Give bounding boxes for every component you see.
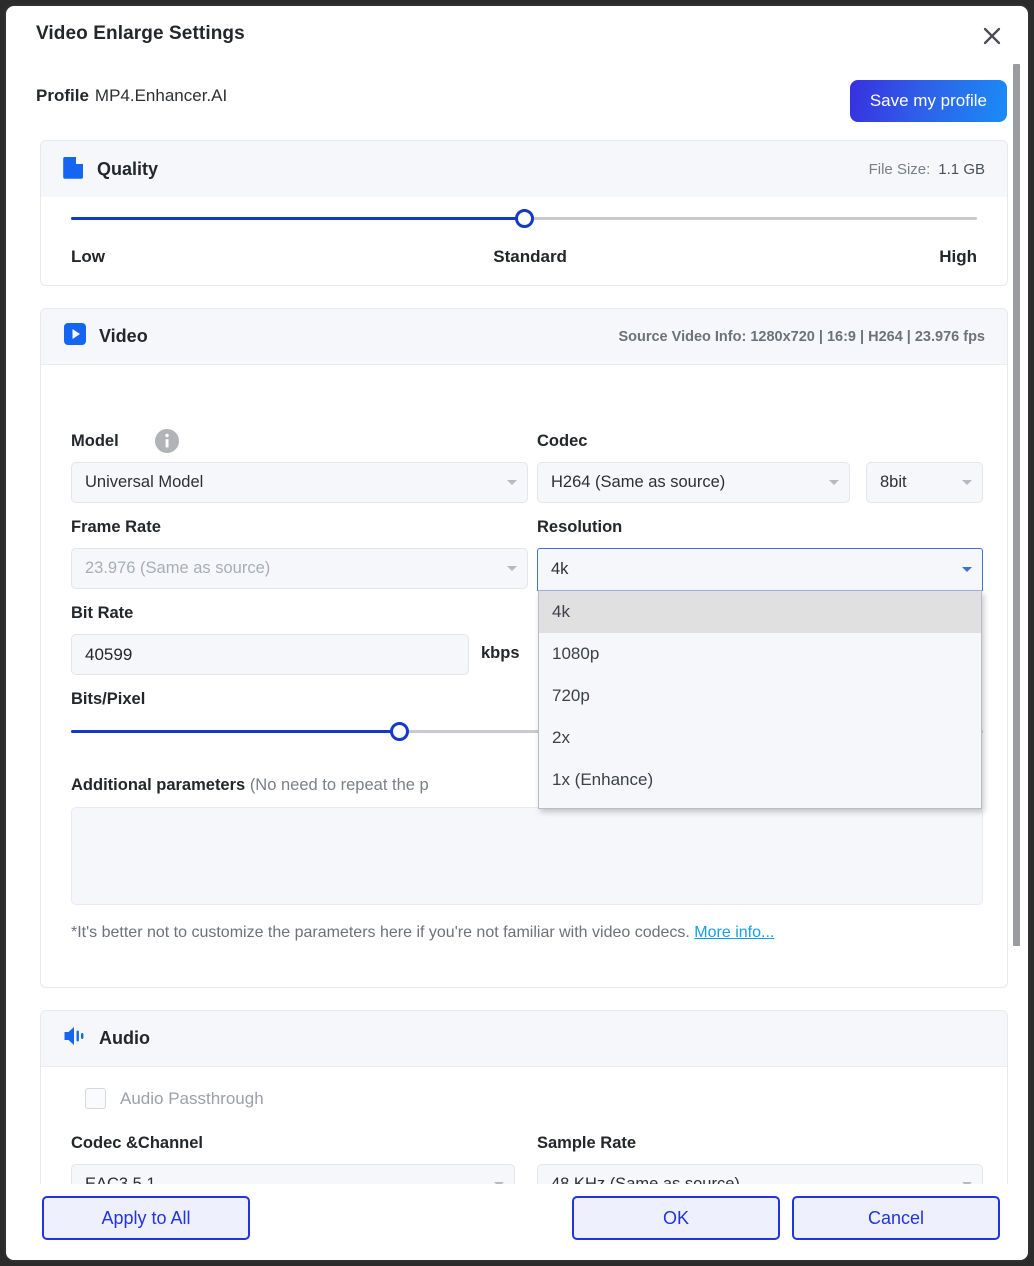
additional-parameters-label: Additional parameters (No need to repeat…: [71, 776, 429, 795]
bit-rate-label: Bit Rate: [71, 604, 133, 623]
bit-rate-value: 40599: [85, 645, 132, 665]
codec-label: Codec: [537, 432, 587, 451]
codec-warning-note: *It's better not to customize the parame…: [71, 920, 991, 946]
file-size-label: File Size:: [869, 161, 931, 178]
quality-card-header: Quality File Size: 1.1 GB: [41, 141, 1007, 197]
sample-rate-label: Sample Rate: [537, 1134, 636, 1153]
audio-passthrough-row[interactable]: Audio Passthrough: [71, 1088, 264, 1109]
resolution-option[interactable]: 4k: [539, 591, 981, 633]
chevron-down-icon: [507, 480, 517, 485]
dialog-scrollbar-thumb[interactable]: [1013, 64, 1020, 946]
quality-slider-track[interactable]: [71, 217, 977, 220]
additional-parameters-title: Additional parameters: [71, 776, 245, 794]
additional-parameters-textarea[interactable]: [71, 807, 983, 905]
bit-rate-unit: kbps: [481, 644, 520, 663]
dialog-title: Video Enlarge Settings: [36, 23, 245, 45]
cancel-button[interactable]: Cancel: [792, 1196, 1000, 1240]
resolution-select[interactable]: 4k: [537, 548, 983, 591]
audio-passthrough-label: Audio Passthrough: [120, 1089, 264, 1109]
frame-rate-label: Frame Rate: [71, 518, 161, 537]
video-card-header: Video Source Video Info: 1280x720 | 16:9…: [41, 309, 1007, 365]
dialog-footer: Apply to All OK Cancel: [6, 1184, 1028, 1260]
apply-to-all-button[interactable]: Apply to All: [42, 1196, 250, 1240]
resolution-option[interactable]: 2x: [539, 717, 981, 759]
profile-row: Profile MP4.Enhancer.AI: [36, 86, 227, 106]
quality-card: Quality File Size: 1.1 GB Low Standard Hi…: [40, 140, 1008, 286]
bits-per-pixel-fill: [71, 730, 399, 733]
file-size-info: File Size: 1.1 GB: [869, 161, 985, 178]
resolution-dropdown-menu[interactable]: 4k1080p720p2x1x (Enhance): [538, 591, 982, 809]
quality-slider-knob[interactable]: [515, 209, 534, 228]
profile-value: MP4.Enhancer.AI: [95, 86, 227, 105]
bits-per-pixel-knob[interactable]: [390, 722, 409, 741]
bits-per-pixel-label: Bits/Pixel: [71, 690, 145, 709]
quality-title: Quality: [97, 159, 158, 180]
file-size-value: 1.1 GB: [938, 161, 985, 178]
chevron-down-icon: [962, 480, 972, 485]
source-video-info: Source Video Info: 1280x720 | 16:9 | H26…: [618, 329, 985, 345]
save-my-profile-button[interactable]: Save my profile: [850, 80, 1007, 122]
model-value: Universal Model: [85, 473, 203, 492]
frame-rate-select[interactable]: 23.976 (Same as source): [71, 548, 528, 589]
frame-rate-value: 23.976 (Same as source): [85, 559, 270, 578]
more-info-link[interactable]: More info...: [694, 924, 774, 941]
audio-title: Audio: [99, 1028, 150, 1049]
ok-button[interactable]: OK: [572, 1196, 780, 1240]
speaker-icon: [63, 1025, 87, 1052]
codec-channel-label: Codec &Channel: [71, 1134, 203, 1153]
codec-value: H264 (Same as source): [551, 473, 725, 492]
video-title: Video: [99, 326, 148, 347]
dialog-titlebar: Video Enlarge Settings: [6, 6, 1028, 66]
bit-depth-select[interactable]: 8bit: [866, 462, 983, 503]
quality-slider[interactable]: [71, 217, 977, 220]
quality-scale-labels: Low Standard High: [71, 247, 977, 267]
resolution-value: 4k: [551, 560, 568, 579]
quality-scale-high: High: [939, 247, 977, 267]
info-icon[interactable]: [154, 428, 180, 459]
model-label: Model: [71, 432, 119, 451]
bit-rate-input[interactable]: 40599: [71, 634, 469, 675]
bit-depth-value: 8bit: [880, 473, 907, 492]
play-icon: [63, 322, 87, 351]
resolution-label: Resolution: [537, 518, 622, 537]
codec-select[interactable]: H264 (Same as source): [537, 462, 850, 503]
resolution-option[interactable]: 720p: [539, 675, 981, 717]
chevron-down-icon: [962, 567, 972, 572]
document-icon: [63, 155, 85, 184]
video-enlarge-settings-dialog: Video Enlarge Settings Profile MP4.Enhanc…: [4, 4, 1030, 1262]
profile-label: Profile: [36, 86, 89, 105]
audio-card-header: Audio: [41, 1011, 1007, 1067]
chevron-down-icon: [829, 480, 839, 485]
resolution-option[interactable]: 1080p: [539, 633, 981, 675]
chevron-down-icon: [507, 566, 517, 571]
quality-scale-standard: Standard: [493, 247, 567, 267]
quality-scale-low: Low: [71, 247, 105, 267]
quality-slider-fill: [71, 217, 524, 220]
resolution-option[interactable]: 1x (Enhance): [539, 759, 981, 801]
model-select[interactable]: Universal Model: [71, 462, 528, 503]
codec-warning-text: *It's better not to customize the parame…: [71, 924, 694, 941]
additional-parameters-hint: (No need to repeat the p: [250, 776, 429, 794]
close-icon[interactable]: [976, 20, 1008, 52]
audio-passthrough-checkbox[interactable]: [85, 1088, 106, 1109]
